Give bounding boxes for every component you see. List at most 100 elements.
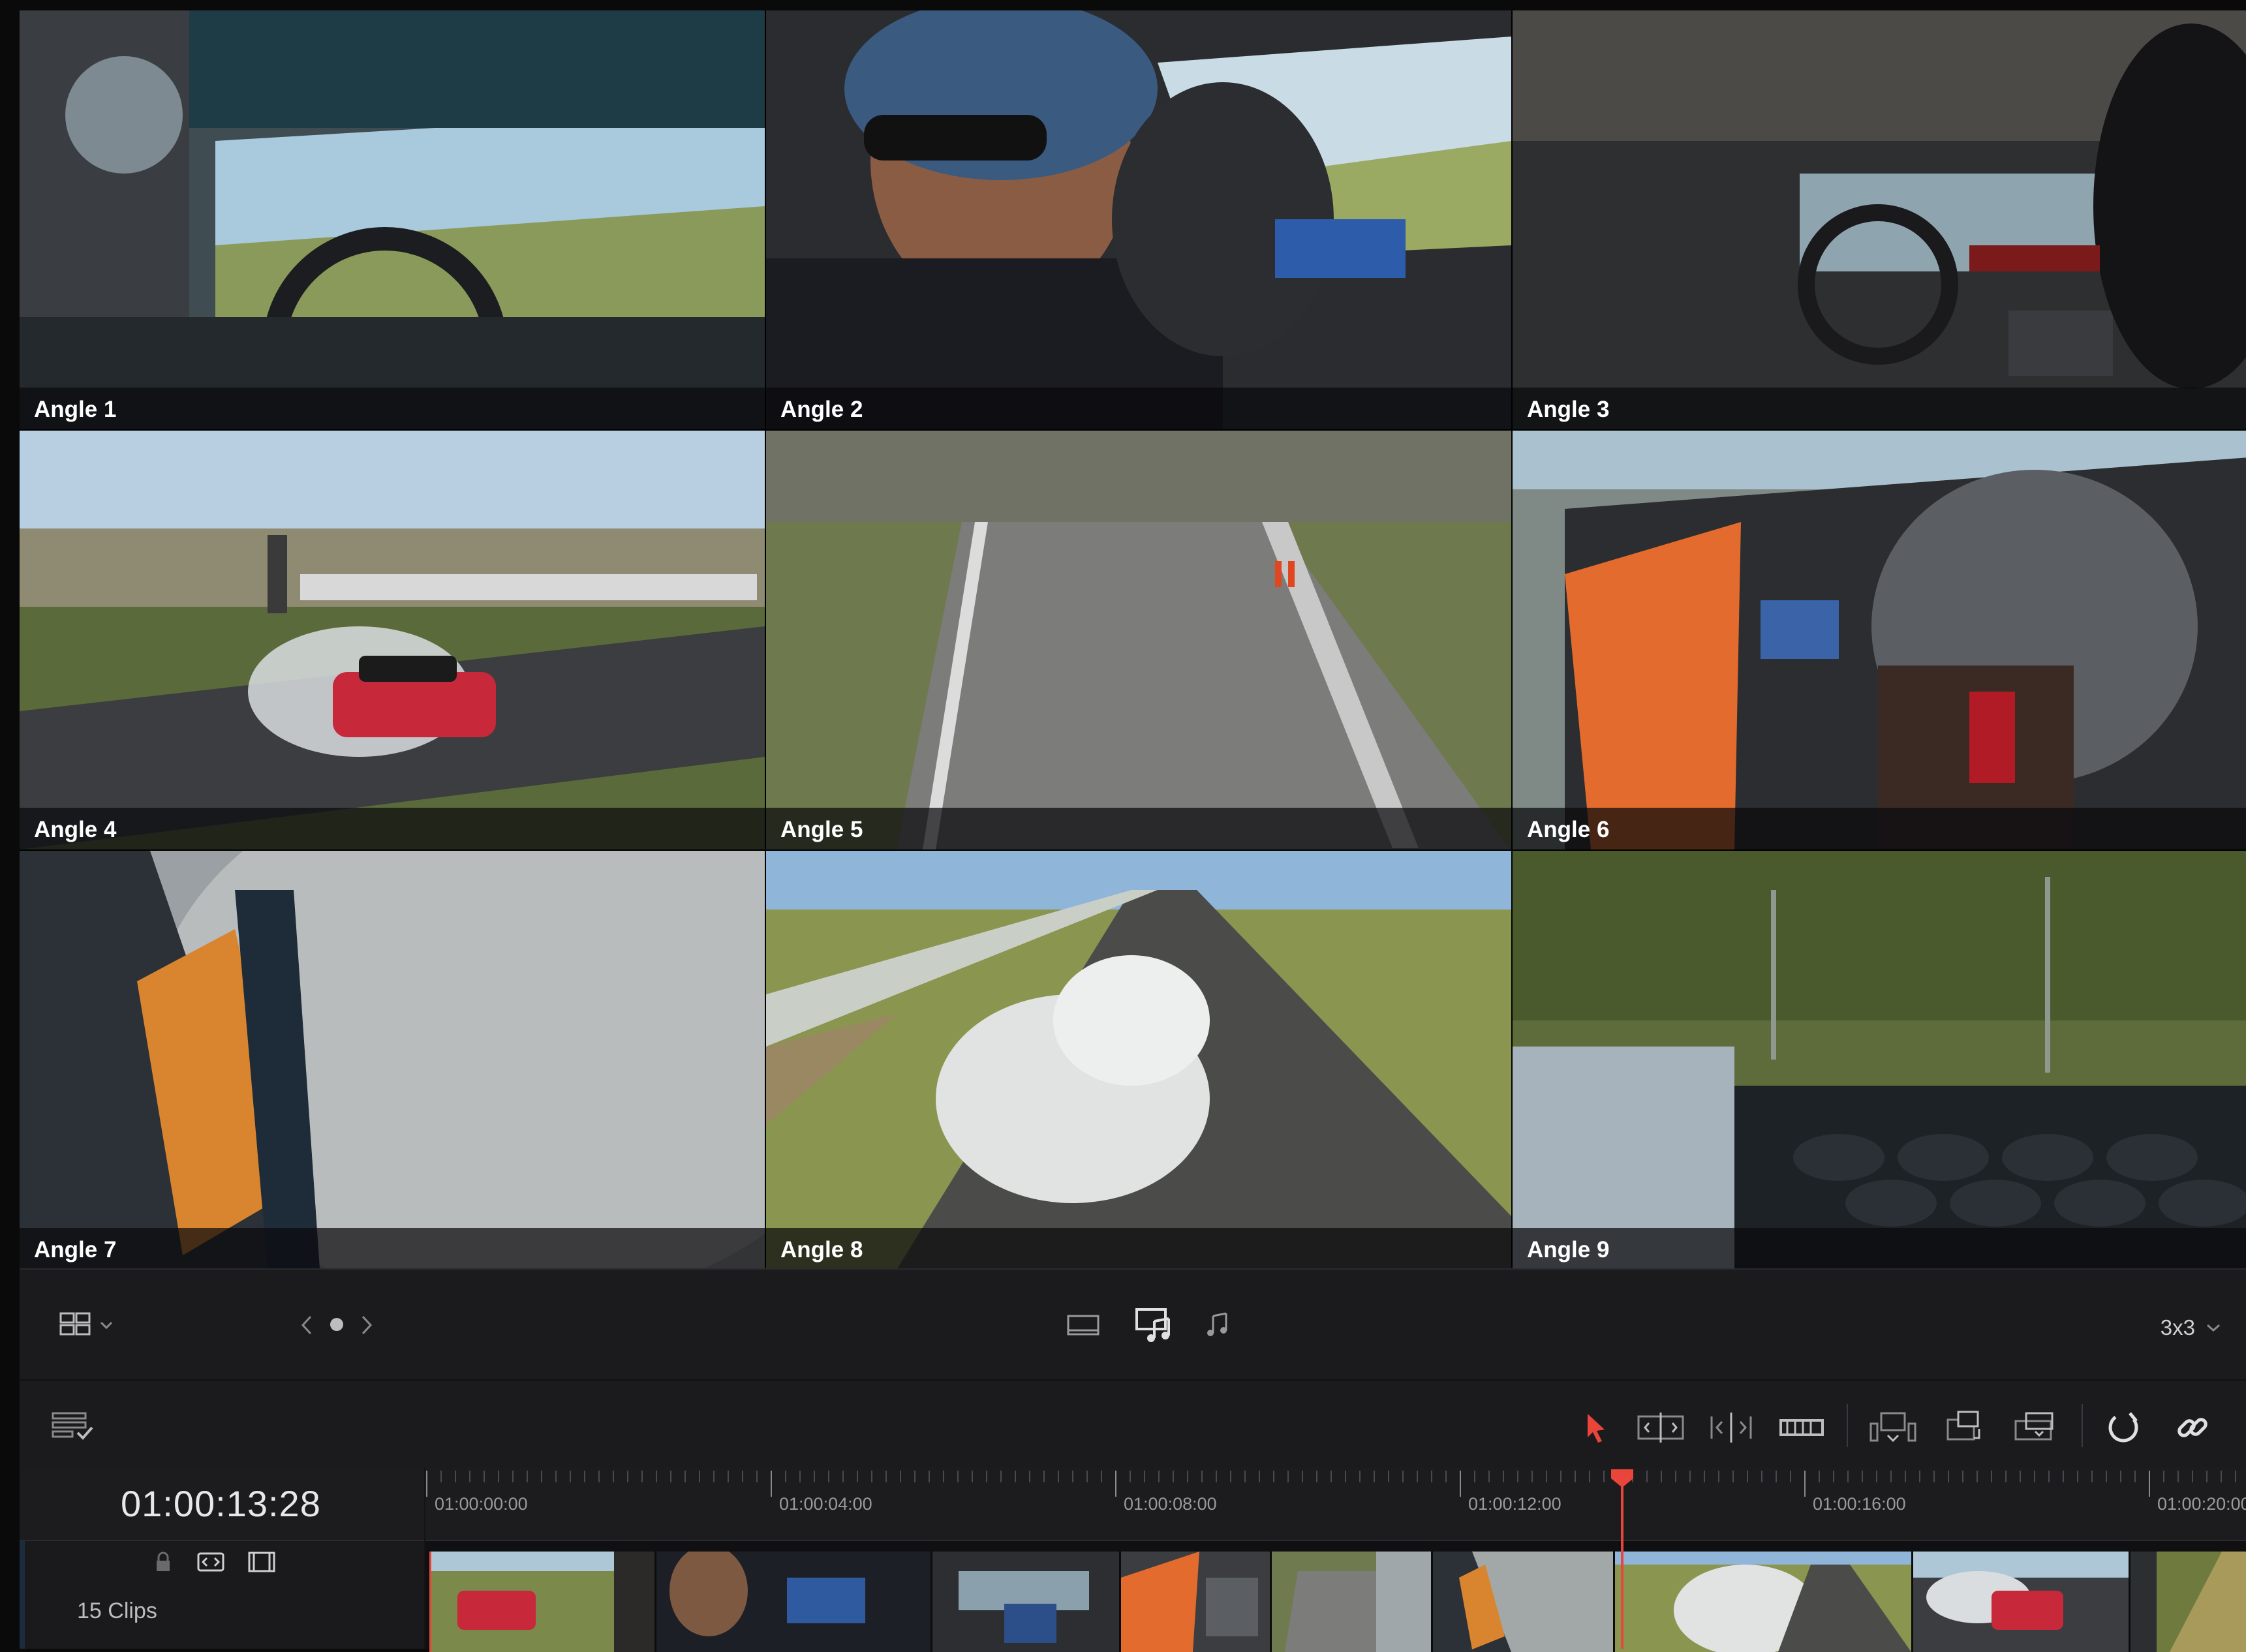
clip-thumbnail bbox=[1615, 1552, 1911, 1652]
angle-label-bar bbox=[20, 388, 765, 429]
toolbar-separator bbox=[2082, 1404, 2083, 1447]
playhead[interactable] bbox=[1621, 1483, 1623, 1649]
angle-3-frame bbox=[1513, 10, 2246, 429]
angle-cell-2[interactable]: Angle 2 bbox=[766, 10, 1511, 429]
clip-thumbnail bbox=[1913, 1552, 2129, 1652]
lock-track-button[interactable] bbox=[150, 1549, 176, 1575]
angle-cell-3[interactable]: Angle 3 bbox=[1513, 10, 2246, 429]
timeline-clip[interactable] bbox=[2129, 1552, 2246, 1652]
angle-1-frame bbox=[20, 10, 765, 429]
angle-cell-6[interactable]: Angle 6 bbox=[1513, 431, 2246, 849]
dynamic-trim-button[interactable] bbox=[1702, 1407, 1761, 1448]
clip-thumbnail bbox=[431, 1552, 654, 1652]
page-next-button[interactable] bbox=[354, 1309, 380, 1341]
timeline-clip[interactable] bbox=[931, 1552, 1119, 1652]
angle-cell-8[interactable]: Angle 8 bbox=[766, 851, 1511, 1270]
angle-8-frame bbox=[766, 851, 1511, 1270]
selection-tool-button[interactable] bbox=[1573, 1407, 1618, 1448]
clip-thumbnail bbox=[932, 1552, 1119, 1652]
angle-label: Angle 2 bbox=[780, 397, 863, 422]
clip-thumbnail bbox=[1272, 1552, 1431, 1652]
angle-cell-7[interactable]: Angle 7 bbox=[20, 851, 765, 1270]
toolbar-separator bbox=[1847, 1404, 1848, 1447]
switch-video-only-button[interactable] bbox=[1057, 1306, 1109, 1345]
insert-clip-button[interactable] bbox=[1864, 1407, 1922, 1448]
audio-only-icon bbox=[1207, 1312, 1227, 1336]
timecode-display[interactable]: 01:00:13:28 bbox=[121, 1482, 321, 1525]
multicam-layout-button[interactable] bbox=[52, 1302, 124, 1348]
blade-tool-icon bbox=[1779, 1419, 1824, 1436]
timeline-ruler[interactable]: 01:00:00:00 01:00:04:00 01:00:08:00 01:0… bbox=[425, 1468, 2246, 1541]
angle-label: Angle 4 bbox=[34, 817, 117, 842]
linked-selection-button[interactable] bbox=[2166, 1407, 2219, 1448]
overwrite-clip-icon bbox=[1946, 1411, 1980, 1441]
timeline-clip[interactable] bbox=[429, 1552, 654, 1652]
snapping-icon bbox=[2108, 1412, 2138, 1443]
angle-label: Angle 6 bbox=[1527, 817, 1610, 842]
angle-label-bar bbox=[1513, 808, 2246, 849]
page-indicator-dot bbox=[325, 1313, 348, 1336]
angle-label-bar bbox=[1513, 388, 2246, 429]
ruler-ticks bbox=[426, 1471, 2236, 1497]
overwrite-clip-button[interactable] bbox=[1935, 1407, 1994, 1448]
auto-select-icon bbox=[197, 1552, 224, 1572]
blade-tool-button[interactable] bbox=[1772, 1407, 1831, 1448]
angle-5-frame bbox=[766, 431, 1511, 849]
angle-label-bar bbox=[1513, 1228, 2246, 1270]
angle-cell-4[interactable]: Angle 4 bbox=[20, 431, 765, 849]
timecode-panel: 01:00:13:28 bbox=[20, 1468, 424, 1541]
grid-size-value: 3x3 bbox=[2160, 1315, 2195, 1339]
clips-count: 15 Clips bbox=[77, 1598, 157, 1623]
track-color-strip bbox=[20, 1541, 25, 1649]
dynamic-trim-icon bbox=[1710, 1413, 1752, 1443]
lock-icon bbox=[157, 1552, 170, 1571]
clip-thumbnail bbox=[656, 1552, 931, 1652]
angle-cell-5[interactable]: Angle 5 bbox=[766, 431, 1511, 849]
timeline: 01:00:13:28 01:00:00:00 01:00:04:00 01:0… bbox=[20, 1468, 2246, 1652]
angle-label-bar bbox=[766, 388, 1511, 429]
snapping-button[interactable] bbox=[2099, 1407, 2151, 1448]
chevron-right-icon bbox=[362, 1315, 373, 1335]
angle-label: Angle 1 bbox=[34, 397, 117, 422]
chevron-down-icon bbox=[2207, 1324, 2220, 1332]
angle-label: Angle 5 bbox=[780, 817, 863, 842]
angle-label: Angle 7 bbox=[34, 1237, 117, 1262]
trim-edit-icon bbox=[1637, 1413, 1684, 1443]
timeline-clip[interactable] bbox=[1431, 1552, 1613, 1652]
track-enable-button[interactable] bbox=[245, 1548, 278, 1576]
angle-cell-1[interactable]: Angle 1 bbox=[20, 10, 765, 429]
timeline-clip[interactable] bbox=[1911, 1552, 2129, 1652]
angle-label: Angle 3 bbox=[1527, 397, 1610, 422]
timeline-view-options-button[interactable] bbox=[46, 1405, 104, 1447]
angle-7-frame bbox=[20, 851, 765, 1270]
viewer-toolbar: 3x3 bbox=[20, 1268, 2246, 1381]
replace-clip-button[interactable] bbox=[2007, 1407, 2066, 1448]
angle-6-frame bbox=[1513, 431, 2246, 849]
ruler-label: 01:00:12:00 bbox=[1468, 1494, 1561, 1514]
trim-edit-button[interactable] bbox=[1631, 1407, 1690, 1448]
switch-audio-video-button[interactable] bbox=[1129, 1302, 1181, 1348]
timeline-clip[interactable] bbox=[1119, 1552, 1270, 1652]
multicam-layout-icon bbox=[59, 1312, 113, 1336]
ruler-label: 01:00:00:00 bbox=[435, 1494, 528, 1514]
auto-select-button[interactable] bbox=[194, 1548, 227, 1576]
video-only-icon bbox=[1067, 1315, 1100, 1336]
chevron-left-icon bbox=[301, 1315, 312, 1335]
ruler-label: 01:00:08:00 bbox=[1124, 1494, 1217, 1514]
linked-selection-icon bbox=[2177, 1418, 2208, 1437]
playhead-handle-icon[interactable] bbox=[1610, 1468, 1635, 1489]
angle-2-frame bbox=[766, 10, 1511, 429]
multicam-viewer: Angle 1 Angle 2 Angle 3 Angle 4 Angle 5 … bbox=[20, 10, 2246, 1270]
filmstrip-icon bbox=[248, 1552, 275, 1572]
angle-cell-9[interactable]: Angle 9 bbox=[1513, 851, 2246, 1270]
timeline-clip[interactable] bbox=[654, 1552, 931, 1652]
page-prev-button[interactable] bbox=[294, 1309, 320, 1341]
insert-clip-icon bbox=[1869, 1412, 1916, 1443]
grid-size-dropdown[interactable]: 3x3 bbox=[2161, 1315, 2221, 1340]
switch-audio-only-button[interactable] bbox=[1194, 1306, 1240, 1345]
clip-thumbnail bbox=[2131, 1552, 2246, 1652]
timeline-clip[interactable] bbox=[1613, 1552, 1911, 1652]
timeline-clip[interactable] bbox=[1270, 1552, 1431, 1652]
angle-label: Angle 9 bbox=[1527, 1237, 1610, 1262]
timeline-view-options-icon bbox=[52, 1412, 93, 1440]
